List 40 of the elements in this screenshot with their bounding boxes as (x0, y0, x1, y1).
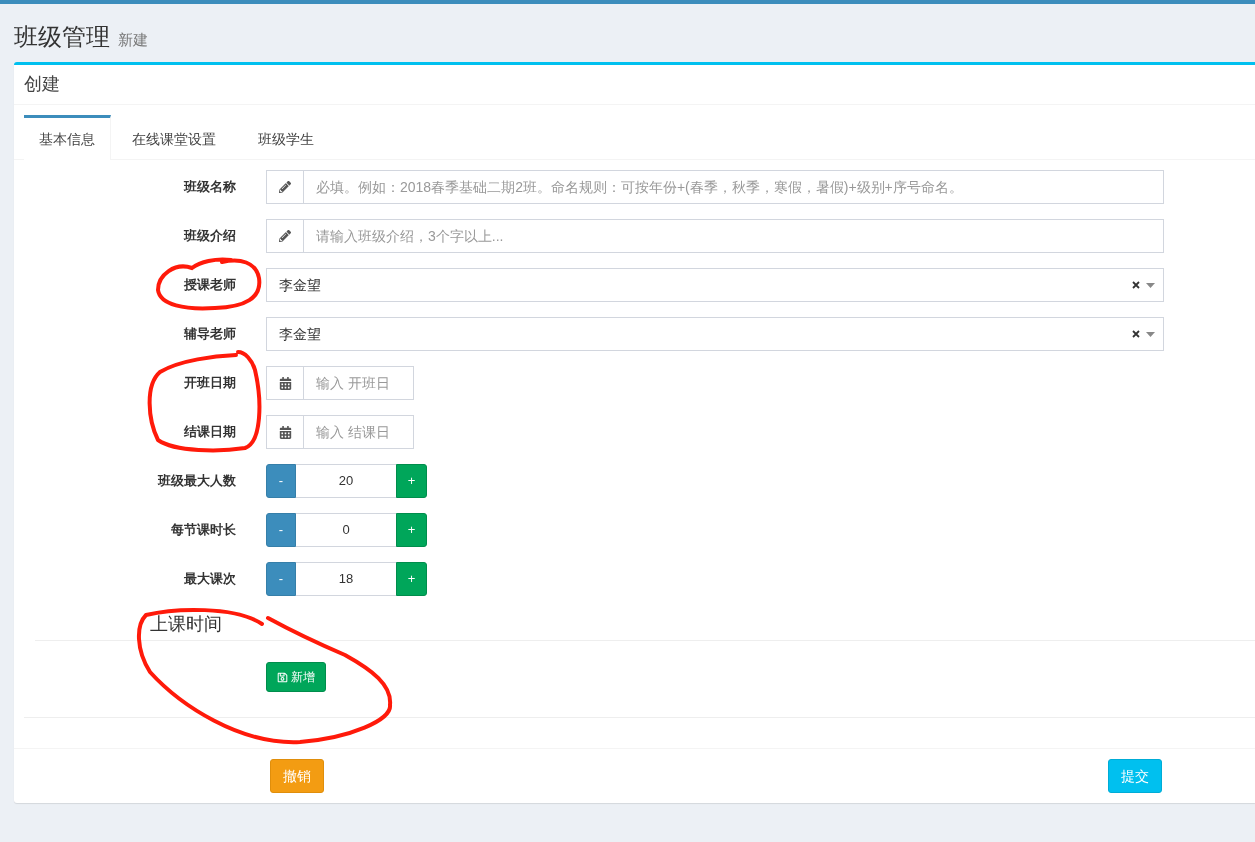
field-label: 班级最大人数 (156, 472, 236, 491)
page-subtitle: 新建 (118, 30, 148, 50)
cancel-button[interactable]: 撤销 (270, 759, 324, 793)
field-label: 每节课时长 (170, 521, 236, 540)
increment-button[interactable]: + (396, 464, 427, 498)
caret-icon (1146, 282, 1155, 288)
submit-button[interactable]: 提交 (1108, 759, 1162, 793)
select-field[interactable]: 李金望 (266, 268, 1164, 302)
increment-button[interactable]: + (396, 513, 427, 547)
clear-icon[interactable] (1132, 281, 1140, 289)
field-label: 结课日期 (183, 423, 236, 442)
decrement-button[interactable]: - (266, 513, 296, 547)
section-title: 上课时间 (150, 614, 222, 634)
field-label: 开班日期 (183, 374, 236, 393)
date-field[interactable]: 输入 开班日 (304, 366, 414, 400)
calendar-icon (266, 415, 304, 449)
tab[interactable]: 在线课堂设置 (111, 115, 237, 160)
text-field[interactable]: 必填。例如：2018春季基础二期2班。命名规则：可按年份+(春季，秋季，寒假，暑假)+级别+序号命名。 (304, 170, 1164, 204)
tab[interactable]: 班级学生 (237, 115, 335, 160)
pencil-icon (266, 219, 304, 253)
caret-icon (1146, 331, 1155, 337)
field-label: 最大课次 (183, 570, 236, 589)
pencil-icon (266, 170, 304, 204)
date-field[interactable]: 输入 结课日 (304, 415, 414, 449)
decrement-button[interactable]: - (266, 464, 296, 498)
increment-button[interactable]: + (396, 562, 427, 596)
decrement-button[interactable]: - (266, 562, 296, 596)
add-button[interactable]: 新增 (266, 662, 326, 692)
field-label: 班级名称 (182, 178, 236, 197)
card-title: 创建 (24, 73, 60, 96)
calendar-icon (266, 366, 304, 400)
field-label: 辅导老师 (183, 325, 236, 344)
page-title: 班级管理 (14, 22, 110, 52)
field-label: 授课老师 (183, 276, 236, 295)
save-icon (277, 671, 288, 683)
field-label: 班级介绍 (182, 227, 236, 246)
tab[interactable]: 基本信息 (24, 115, 111, 160)
clear-icon[interactable] (1132, 330, 1140, 338)
text-field[interactable]: 请输入班级介绍，3个字以上... (304, 219, 1164, 253)
select-field[interactable]: 李金望 (266, 317, 1164, 351)
